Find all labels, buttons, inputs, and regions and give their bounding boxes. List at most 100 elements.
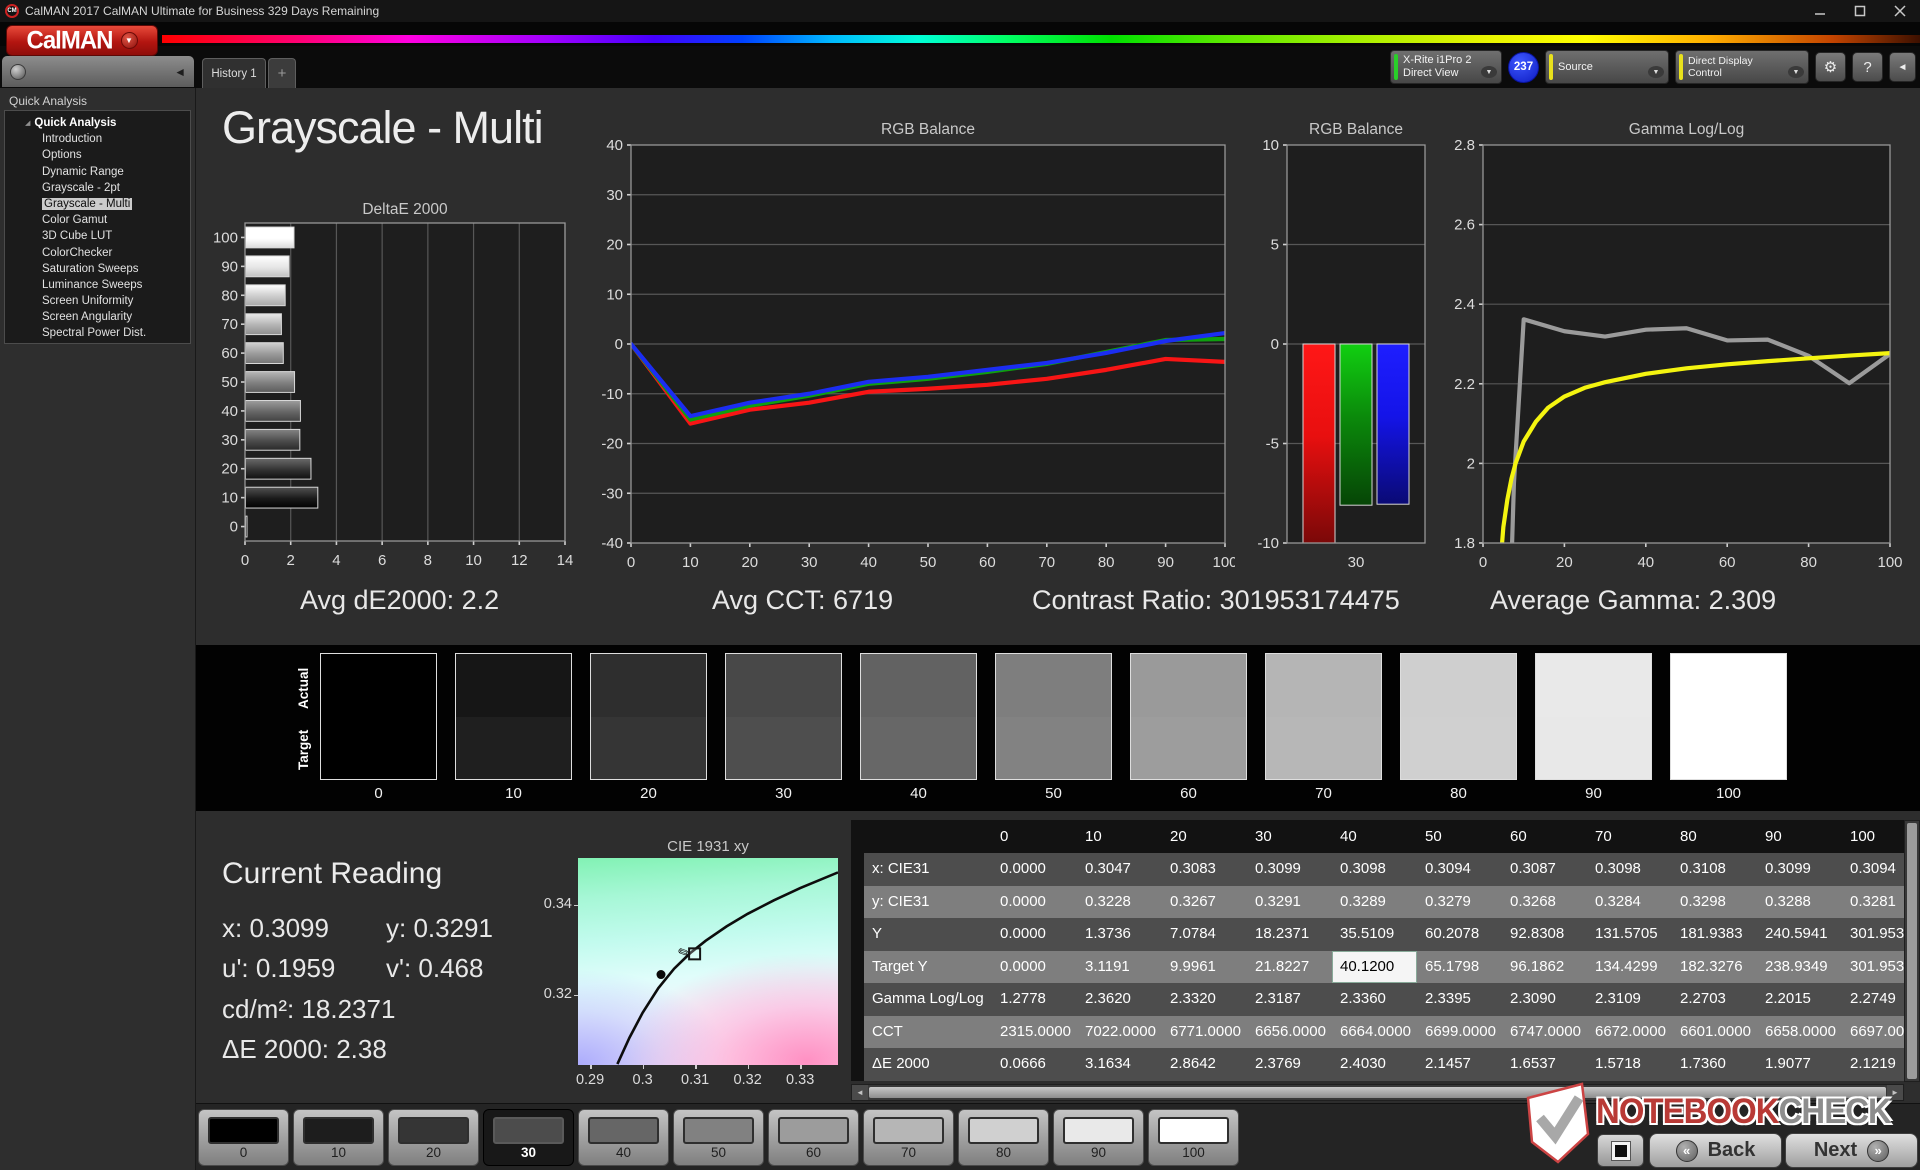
table-cell[interactable]: 240.5941 (1757, 918, 1842, 951)
sidebar-item-screen-uniformity[interactable]: Screen Uniformity (5, 293, 190, 309)
table-cell[interactable]: 6658.0000 (1757, 1016, 1842, 1049)
measurement-count-badge[interactable]: 237 (1508, 51, 1539, 83)
meter-dropdown[interactable]: X-Rite i1Pro 2 Direct View ▼ (1390, 50, 1502, 84)
level-button-10[interactable]: 10 (293, 1109, 384, 1166)
table-cell[interactable]: 6771.0000 (1162, 1016, 1247, 1049)
table-cell[interactable]: 2.3090 (1502, 983, 1587, 1016)
level-button-90[interactable]: 90 (1053, 1109, 1144, 1166)
sidebar-item-colorchecker[interactable]: ColorChecker (5, 245, 190, 261)
table-cell[interactable]: 0.3289 (1332, 886, 1417, 919)
table-cell[interactable]: 0.3094 (1417, 853, 1502, 886)
table-cell[interactable]: 0.3087 (1502, 853, 1587, 886)
table-cell[interactable]: 0.3284 (1587, 886, 1672, 919)
sidebar-item-quick-analysis[interactable]: ◢ Quick Analysis (5, 115, 190, 131)
table-cell[interactable]: 181.9383 (1672, 918, 1757, 951)
level-button-30[interactable]: 30 (483, 1109, 574, 1166)
table-cell[interactable]: 1.2778 (992, 983, 1077, 1016)
table-cell[interactable]: 0.3267 (1162, 886, 1247, 919)
calman-menu-button[interactable]: CalMAN ▼ (6, 25, 158, 56)
minimize-button[interactable] (1800, 0, 1840, 22)
table-cell[interactable]: 0.0000 (992, 886, 1077, 919)
table-cell[interactable]: 0.3298 (1672, 886, 1757, 919)
table-cell[interactable]: 2.3769 (1247, 1048, 1332, 1081)
table-cell[interactable]: 238.9349 (1757, 951, 1842, 984)
settings-button[interactable]: ⚙ (1815, 52, 1846, 82)
close-button[interactable] (1880, 0, 1920, 22)
table-cell[interactable]: 0.3099 (1247, 853, 1332, 886)
table-cell[interactable]: 6656.0000 (1247, 1016, 1332, 1049)
level-button-40[interactable]: 40 (578, 1109, 669, 1166)
maximize-button[interactable] (1840, 0, 1880, 22)
table-cell[interactable]: 9.9961 (1162, 951, 1247, 984)
scroll-left-icon[interactable]: ◄ (852, 1085, 868, 1100)
table-cell[interactable]: 40.1200 (1332, 950, 1417, 983)
add-tab-button[interactable]: + (268, 58, 296, 88)
table-cell[interactable]: 2.3360 (1332, 983, 1417, 1016)
table-cell[interactable]: 134.4299 (1587, 951, 1672, 984)
status-led-button[interactable] (10, 63, 26, 80)
sidebar-item-screen-angularity[interactable]: Screen Angularity (5, 309, 190, 325)
table-cell[interactable]: 0.3279 (1417, 886, 1502, 919)
sidebar-item-grayscale-multi[interactable]: Grayscale - Multi (5, 196, 190, 212)
sidebar-item-3d-cube-lut[interactable]: 3D Cube LUT (5, 228, 190, 244)
table-cell[interactable]: 0.3047 (1077, 853, 1162, 886)
table-cell[interactable]: 7.0784 (1162, 918, 1247, 951)
table-cell[interactable]: 0.3108 (1672, 853, 1757, 886)
table-cell[interactable]: 0.3288 (1757, 886, 1842, 919)
table-cell[interactable]: 2.1457 (1417, 1048, 1502, 1081)
sidebar-item-grayscale-2pt[interactable]: Grayscale - 2pt (5, 180, 190, 196)
table-cell[interactable]: 96.1862 (1502, 951, 1587, 984)
table-cell[interactable]: 2.8642 (1162, 1048, 1247, 1081)
table-cell[interactable]: 0.3228 (1077, 886, 1162, 919)
table-cell[interactable]: 2.2703 (1672, 983, 1757, 1016)
table-cell[interactable]: 6664.0000 (1332, 1016, 1417, 1049)
sidebar-item-dynamic-range[interactable]: Dynamic Range (5, 164, 190, 180)
table-cell[interactable]: 0.3098 (1332, 853, 1417, 886)
table-cell[interactable]: 2.3395 (1417, 983, 1502, 1016)
level-button-60[interactable]: 60 (768, 1109, 859, 1166)
table-cell[interactable]: 21.8227 (1247, 951, 1332, 984)
source-dropdown[interactable]: Source ▼ (1545, 50, 1669, 84)
table-cell[interactable]: 18.2371 (1247, 918, 1332, 951)
table-cell[interactable]: 7022.0000 (1077, 1016, 1162, 1049)
level-button-80[interactable]: 80 (958, 1109, 1049, 1166)
tree-expander-icon[interactable]: ◢ (25, 120, 30, 127)
table-cell[interactable]: 2.4030 (1332, 1048, 1417, 1081)
table-cell[interactable]: 2.3187 (1247, 983, 1332, 1016)
help-button[interactable]: ? (1852, 52, 1883, 82)
table-cell[interactable]: 92.8308 (1502, 918, 1587, 951)
sidebar-item-saturation-sweeps[interactable]: Saturation Sweeps (5, 261, 190, 277)
table-cell[interactable]: 1.9077 (1757, 1048, 1842, 1081)
table-cell[interactable]: 6747.0000 (1502, 1016, 1587, 1049)
table-cell[interactable]: 35.5109 (1332, 918, 1417, 951)
table-cell[interactable]: 2.3109 (1587, 983, 1672, 1016)
table-cell[interactable]: 2.2015 (1757, 983, 1842, 1016)
table-cell[interactable]: 3.1191 (1077, 951, 1162, 984)
table-cell[interactable]: 6672.0000 (1587, 1016, 1672, 1049)
table-cell[interactable]: 1.7360 (1672, 1048, 1757, 1081)
collapse-panel-button[interactable]: ◄ (1889, 52, 1916, 82)
table-cell[interactable]: 0.3098 (1587, 853, 1672, 886)
level-button-0[interactable]: 0 (198, 1109, 289, 1166)
table-cell[interactable]: 0.3099 (1757, 853, 1842, 886)
table-cell[interactable]: 0.0666 (992, 1048, 1077, 1081)
sidebar-item-options[interactable]: Options (5, 147, 190, 163)
sidebar-item-luminance-sweeps[interactable]: Luminance Sweeps (5, 277, 190, 293)
table-cell[interactable]: 6601.0000 (1672, 1016, 1757, 1049)
sidebar-item-introduction[interactable]: Introduction (5, 131, 190, 147)
table-cell[interactable]: 2.3620 (1077, 983, 1162, 1016)
table-cell[interactable]: 60.2078 (1417, 918, 1502, 951)
display-control-dropdown[interactable]: Direct Display Control ▼ (1675, 50, 1809, 84)
table-cell[interactable]: 0.0000 (992, 951, 1077, 984)
table-cell[interactable]: 1.3736 (1077, 918, 1162, 951)
level-button-20[interactable]: 20 (388, 1109, 479, 1166)
table-cell[interactable]: 0.3268 (1502, 886, 1587, 919)
table-cell[interactable]: 182.3276 (1672, 951, 1757, 984)
tab-history-1[interactable]: History 1 (202, 58, 266, 88)
table-cell[interactable]: 2315.0000 (992, 1016, 1077, 1049)
table-cell[interactable]: 3.1634 (1077, 1048, 1162, 1081)
table-cell[interactable]: 0.0000 (992, 853, 1077, 886)
table-cell[interactable]: 2.3320 (1162, 983, 1247, 1016)
collapse-sidebar-icon[interactable]: ◄ (174, 65, 186, 79)
table-vertical-scrollbar[interactable] (1904, 820, 1920, 1082)
